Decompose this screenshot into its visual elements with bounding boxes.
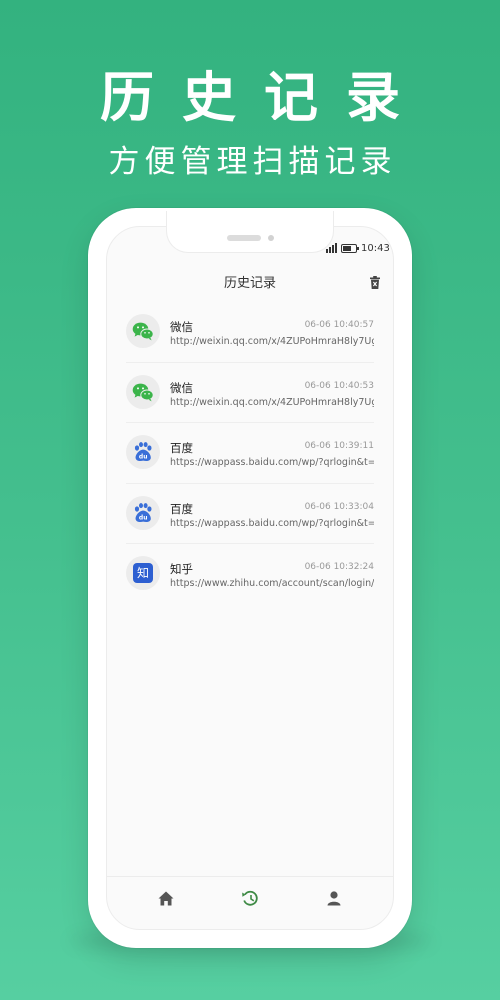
zhihu-icon: 知 <box>126 556 160 590</box>
svg-text:du: du <box>139 514 148 521</box>
signal-icon <box>326 243 337 253</box>
history-item-url: http://weixin.qq.com/x/4ZUPoHmraH8ly7Ug <box>170 396 374 408</box>
history-item-name: 知乎 <box>170 562 193 576</box>
wechat-icon <box>126 314 160 348</box>
app-header: 历史记录 <box>106 266 394 296</box>
history-item-url: https://wappass.baidu.com/wp/?qrlogin&t= <box>170 517 374 529</box>
history-item-name: 微信 <box>170 320 193 334</box>
hero-subtitle: 方便管理扫描记录 <box>108 144 397 180</box>
history-item-time: 06-06 10:40:53 <box>304 380 374 391</box>
status-time: 10:43 <box>361 242 390 254</box>
history-item-time: 06-06 10:40:57 <box>304 320 374 330</box>
history-item[interactable]: du 百度 06-06 10:33:04 https://wappass.baidu.… <box>126 484 374 544</box>
history-item-name: 百度 <box>170 441 193 455</box>
tab-home[interactable] <box>151 886 181 916</box>
wechat-icon <box>126 374 160 409</box>
history-item[interactable]: 微信 06-06 10:40:53 http://weixin.qq.com/x/4… <box>126 363 374 423</box>
history-item-name: 微信 <box>170 380 193 395</box>
history-item-time: 06-06 10:32:24 <box>304 562 374 572</box>
history-item[interactable]: du 百度 06-06 10:39:11 https://wappass.baidu.… <box>126 423 374 484</box>
history-item-url: http://weixin.qq.com/x/4ZUPoHmraH8ly7Ug <box>170 336 374 347</box>
phone-notch <box>166 211 334 253</box>
baidu-icon: du <box>126 495 160 530</box>
user-icon <box>327 891 341 910</box>
tab-history[interactable] <box>235 886 265 916</box>
battery-icon <box>341 243 359 253</box>
history-item-url: https://wappass.baidu.com/wp/?qrlogin&t= <box>170 457 374 468</box>
history-icon <box>241 890 259 911</box>
history-item-time: 06-06 10:39:11 <box>304 441 374 451</box>
history-list: 微信 06-06 10:40:57 http://weixin.qq.com/x/4… <box>126 302 374 605</box>
speaker <box>227 235 261 241</box>
zhihu-glyph: 知 <box>133 563 153 583</box>
home-icon <box>158 891 174 910</box>
camera <box>268 235 274 241</box>
hero-title: 历史记录 <box>100 66 428 129</box>
baidu-icon: du <box>126 435 160 469</box>
history-item-time: 06-06 10:33:04 <box>304 501 374 512</box>
status-bar: 10:43 <box>326 241 390 255</box>
page-title: 历史记录 <box>223 276 276 291</box>
tab-profile[interactable] <box>319 886 349 916</box>
tab-bar <box>106 876 394 930</box>
svg-text:du: du <box>139 453 148 460</box>
trash-icon[interactable] <box>370 274 380 289</box>
history-item-url: https://www.zhihu.com/account/scan/login… <box>170 578 374 589</box>
history-item[interactable]: 微信 06-06 10:40:57 http://weixin.qq.com/x/4… <box>126 302 374 363</box>
history-item[interactable]: 知 知乎 06-06 10:32:24 https://www.zhihu.com/a… <box>126 544 374 605</box>
history-item-name: 百度 <box>170 501 193 516</box>
